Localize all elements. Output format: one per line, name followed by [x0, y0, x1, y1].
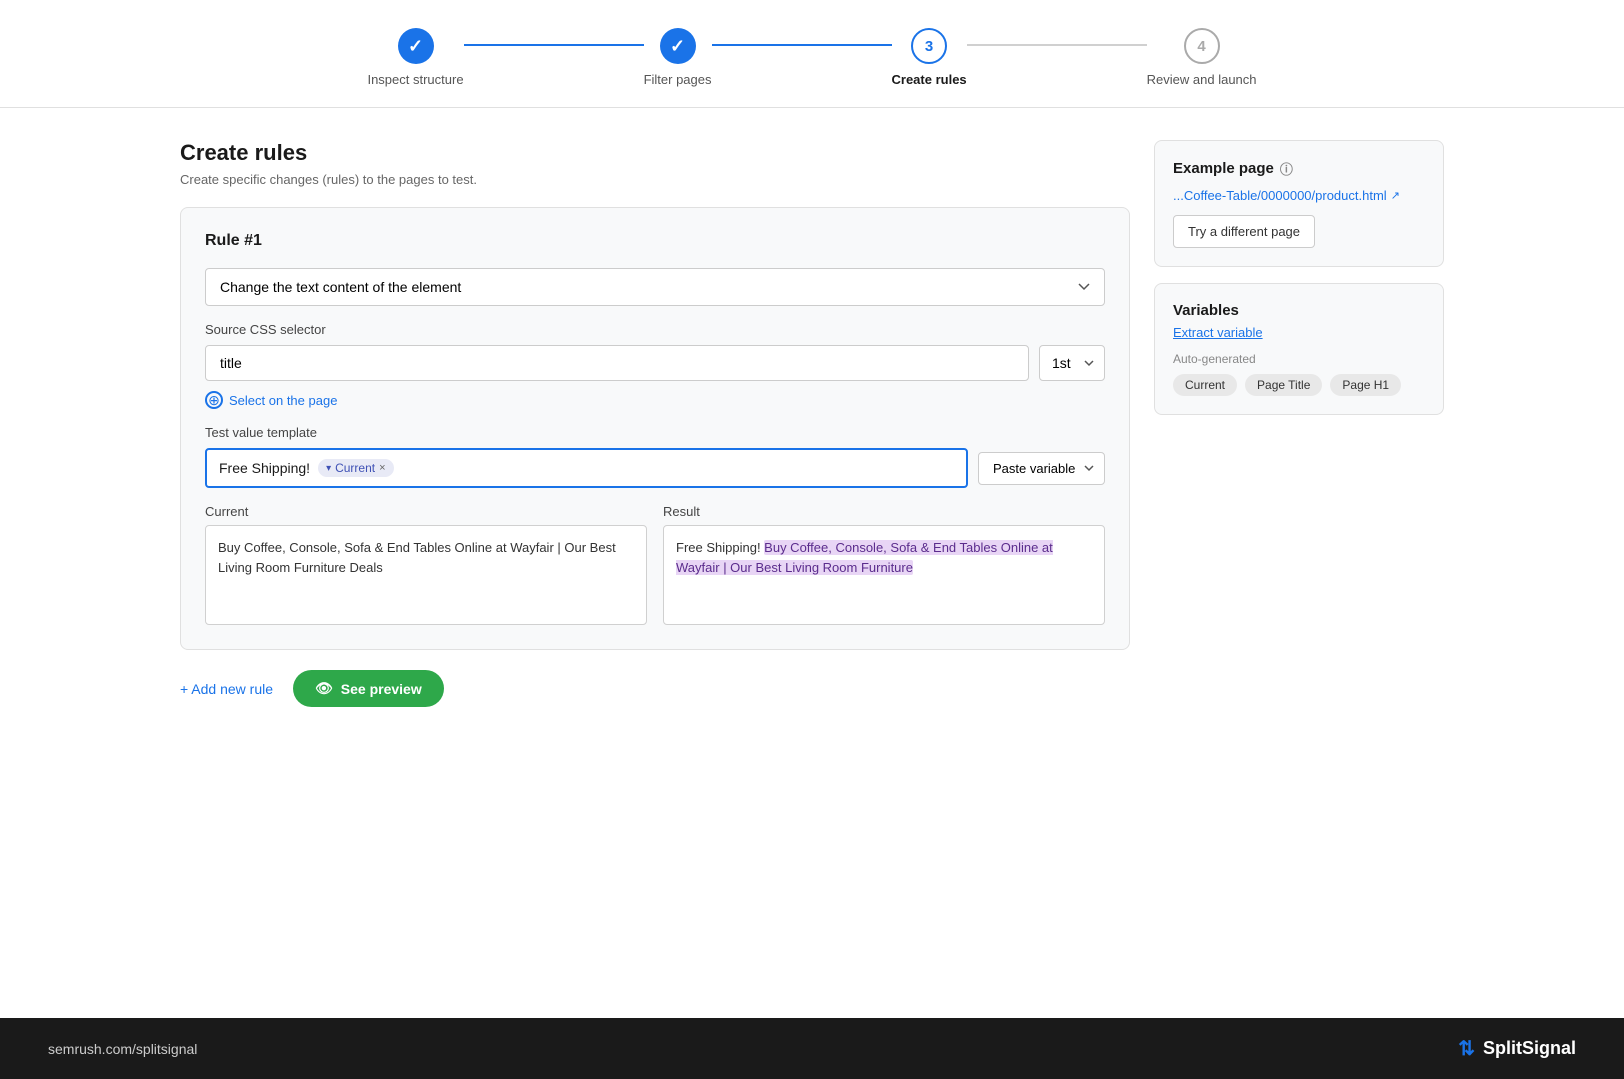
example-page-title: Example page ⓘ: [1173, 159, 1425, 178]
step-review-label: Review and launch: [1147, 72, 1257, 87]
step-filter: ✓ Filter pages: [644, 28, 712, 87]
info-icon: ⓘ: [1280, 159, 1293, 178]
example-page-card: Example page ⓘ ...Coffee-Table/0000000/p…: [1154, 140, 1444, 267]
select-on-page-icon: ⊕: [205, 391, 223, 409]
current-col-label: Current: [205, 504, 647, 519]
extract-variable-link[interactable]: Extract variable: [1173, 325, 1425, 340]
step-review: 4 Review and launch: [1147, 28, 1257, 87]
rule-number: Rule #1: [205, 232, 1105, 250]
selector-row: 1st 2nd 3rd All: [205, 345, 1105, 381]
current-value-box: Buy Coffee, Console, Sofa & End Tables O…: [205, 525, 647, 625]
select-on-page-button[interactable]: ⊕ Select on the page: [205, 391, 337, 409]
tag-chevron-icon: ▾: [326, 463, 331, 474]
step-filter-label: Filter pages: [644, 72, 712, 87]
page-subtitle: Create specific changes (rules) to the p…: [180, 172, 1130, 187]
step-inspect: ✓ Inspect structure: [367, 28, 463, 87]
current-result-row: Current Buy Coffee, Console, Sofa & End …: [205, 504, 1105, 625]
step-create-label: Create rules: [892, 72, 967, 87]
auto-generated-label: Auto-generated: [1173, 352, 1425, 366]
external-link-icon: ↗: [1391, 189, 1400, 202]
add-rule-button[interactable]: + Add new rule: [180, 681, 273, 697]
current-tag-label: Current: [335, 461, 375, 475]
selector-label: Source CSS selector: [205, 322, 1105, 337]
variable-tag-current[interactable]: Current: [1173, 374, 1237, 396]
occurrence-select[interactable]: 1st 2nd 3rd All: [1039, 345, 1105, 381]
connector-1: [464, 44, 644, 46]
preview-icon: 👁: [315, 680, 333, 697]
result-col: Result Free Shipping! Buy Coffee, Consol…: [663, 504, 1105, 625]
example-link-text: ...Coffee-Table/0000000/product.html: [1173, 188, 1387, 203]
paste-variable-select[interactable]: Paste variable: [978, 452, 1105, 485]
main-content: Create rules Create specific changes (ru…: [132, 108, 1492, 731]
variable-tags: Current Page Title Page H1: [1173, 374, 1425, 396]
try-different-button[interactable]: Try a different page: [1173, 215, 1315, 248]
footer-brand: ⇅ SplitSignal: [1458, 1036, 1576, 1061]
page-title: Create rules: [180, 140, 1130, 166]
current-variable-tag[interactable]: ▾ Current ×: [318, 459, 393, 477]
test-value-prefix-text: Free Shipping!: [219, 460, 310, 476]
variables-card: Variables Extract variable Auto-generate…: [1154, 283, 1444, 415]
variable-tag-page-h1[interactable]: Page H1: [1330, 374, 1401, 396]
tag-close-icon[interactable]: ×: [379, 462, 385, 474]
example-page-link[interactable]: ...Coffee-Table/0000000/product.html ↗: [1173, 188, 1425, 203]
result-prefix-text: Free Shipping!: [676, 540, 764, 555]
left-panel: Create rules Create specific changes (ru…: [180, 140, 1130, 707]
test-value-row: Free Shipping! ▾ Current × Paste variabl…: [205, 448, 1105, 488]
connector-2: [712, 44, 892, 46]
try-different-label: Try a different page: [1188, 224, 1300, 239]
right-panel: Example page ⓘ ...Coffee-Table/0000000/p…: [1154, 140, 1444, 707]
rule-card: Rule #1 Change the text content of the e…: [180, 207, 1130, 650]
test-value-input[interactable]: Free Shipping! ▾ Current ×: [205, 448, 968, 488]
current-col: Current Buy Coffee, Console, Sofa & End …: [205, 504, 647, 625]
variables-title: Variables: [1173, 302, 1425, 319]
result-col-label: Result: [663, 504, 1105, 519]
select-on-page-label: Select on the page: [229, 393, 337, 408]
step-create: 3 Create rules: [892, 28, 967, 87]
current-value-text: Buy Coffee, Console, Sofa & End Tables O…: [218, 540, 616, 575]
selector-input[interactable]: [205, 345, 1029, 381]
see-preview-label: See preview: [341, 681, 422, 697]
extract-variable-label: Extract variable: [1173, 325, 1263, 340]
add-rule-label: + Add new rule: [180, 681, 273, 697]
connector-3: [967, 44, 1147, 46]
brand-icon: ⇅: [1458, 1036, 1475, 1061]
step-inspect-label: Inspect structure: [367, 72, 463, 87]
stepper: ✓ Inspect structure ✓ Filter pages 3 Cre…: [0, 0, 1624, 108]
bottom-actions: + Add new rule 👁 See preview: [180, 670, 1130, 707]
brand-name: SplitSignal: [1483, 1038, 1576, 1059]
action-select[interactable]: Change the text content of the element: [205, 268, 1105, 306]
footer-url: semrush.com/splitsignal: [48, 1041, 197, 1057]
footer: semrush.com/splitsignal ⇅ SplitSignal: [0, 1018, 1624, 1079]
result-value-box: Free Shipping! Buy Coffee, Console, Sofa…: [663, 525, 1105, 625]
test-value-label: Test value template: [205, 425, 1105, 440]
see-preview-button[interactable]: 👁 See preview: [293, 670, 444, 707]
variable-tag-page-title[interactable]: Page Title: [1245, 374, 1322, 396]
